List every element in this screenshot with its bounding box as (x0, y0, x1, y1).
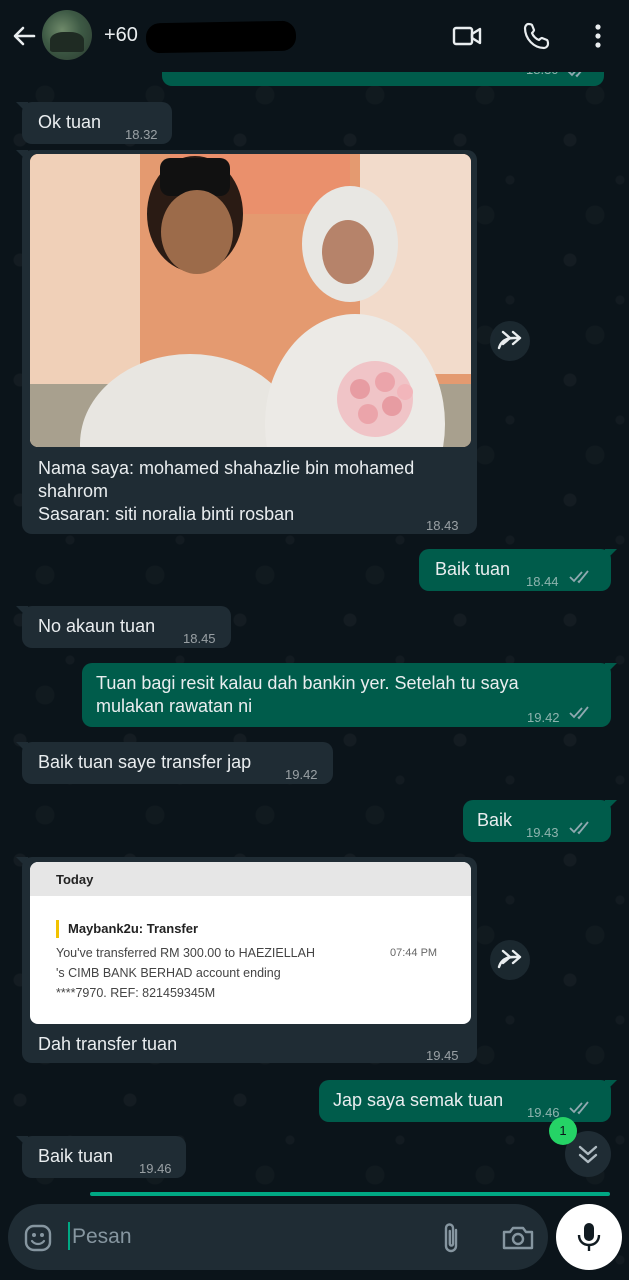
more-vert-icon[interactable] (582, 20, 614, 52)
bank-notification-screenshot[interactable]: Today Maybank2u: Transfer 07:44 PM You'v… (30, 862, 471, 1024)
message-bubble-outgoing[interactable]: Tuan bagi resit kalau dah bankin yer. Se… (82, 663, 611, 727)
emoji-icon[interactable] (22, 1222, 54, 1254)
phone-icon[interactable] (521, 20, 553, 52)
message-time: 18.32 (125, 127, 158, 142)
notification-time: 07:44 PM (390, 947, 438, 959)
notification-accent-bar (56, 920, 59, 938)
message-caption: Dah transfer tuan (38, 1034, 178, 1054)
chat-header: +60 (0, 0, 629, 72)
video-call-icon[interactable] (451, 20, 483, 52)
message-input[interactable]: Pesan (72, 1225, 132, 1249)
message-text-line: Tuan bagi resit kalau dah bankin yer. Se… (96, 673, 519, 693)
forward-icon (497, 330, 522, 350)
attach-icon[interactable] (436, 1220, 468, 1256)
message-time: 18.45 (183, 631, 216, 646)
message-text: Jap saya semak tuan (333, 1090, 504, 1110)
forward-button[interactable] (490, 940, 530, 980)
message-time: 19.45 (426, 1048, 459, 1063)
contact-name[interactable]: +60 (104, 24, 138, 47)
message-bubble-incoming[interactable]: Baik tuan saye transfer jap 19.42 (22, 742, 333, 784)
message-bubble-outgoing[interactable]: Baik 19.43 (463, 800, 611, 842)
message-time: 18.43 (426, 518, 459, 533)
message-bubble-outgoing[interactable]: Baik tuan 18.44 (419, 549, 611, 591)
photo-illustration (30, 154, 471, 447)
message-time: 18.44 (526, 574, 559, 589)
read-ticks-icon (569, 1101, 589, 1115)
message-caption-line: Nama saya: mohamed shahazlie bin mohamed (38, 458, 415, 478)
message-text: Baik tuan (38, 1146, 114, 1166)
message-text: Baik tuan (435, 559, 511, 579)
text-cursor (68, 1222, 70, 1250)
forward-button[interactable] (490, 321, 530, 361)
message-caption-line: Sasaran: siti noralia binti rosban (38, 504, 295, 524)
message-text: Ok tuan (38, 112, 102, 132)
notification-body-line: 's CIMB BANK BERHAD account ending (56, 966, 281, 980)
message-bubble-incoming[interactable]: No akaun tuan 18.45 (22, 606, 231, 648)
forward-icon (497, 949, 522, 969)
read-ticks-icon (569, 570, 589, 584)
shared-photo[interactable] (30, 154, 471, 447)
message-text: No akaun tuan (38, 616, 156, 636)
read-ticks-icon (569, 821, 589, 835)
message-time: 19.42 (527, 710, 560, 725)
message-time: 19.42 (285, 767, 318, 782)
mic-icon (577, 1223, 601, 1251)
message-text: Baik (477, 810, 513, 830)
avatar[interactable] (42, 10, 92, 60)
back-arrow-icon[interactable] (8, 20, 40, 52)
message-bubble-outgoing[interactable]: Jap saya semak tuan 19.46 (319, 1080, 611, 1122)
notification-body-line: You've transferred RM 300.00 to HAEZIELL… (56, 946, 316, 960)
camera-icon[interactable] (500, 1222, 536, 1254)
redaction-mark (145, 20, 297, 54)
notification-header (30, 862, 471, 896)
voice-message-button[interactable] (556, 1204, 622, 1270)
read-ticks-icon (569, 706, 589, 720)
unread-count-badge: 1 (549, 1117, 577, 1145)
message-bubble-incoming[interactable]: Ok tuan 18.32 (22, 102, 172, 144)
message-time: 19.46 (139, 1161, 172, 1176)
incoming-bubble-edge (90, 1192, 610, 1196)
message-text-line: mulakan rawatan ni (96, 696, 253, 716)
notification-app-title: Maybank2u: Transfer (68, 921, 199, 936)
notification-date: Today (56, 872, 94, 887)
message-time: 19.43 (526, 825, 559, 840)
message-bubble-incoming[interactable]: Baik tuan 19.46 (22, 1136, 186, 1178)
message-text: Baik tuan saye transfer jap (38, 752, 252, 772)
message-caption-line: shahrom (38, 481, 109, 501)
notification-body-line: ****7970. REF: 821459345M (56, 986, 216, 1000)
